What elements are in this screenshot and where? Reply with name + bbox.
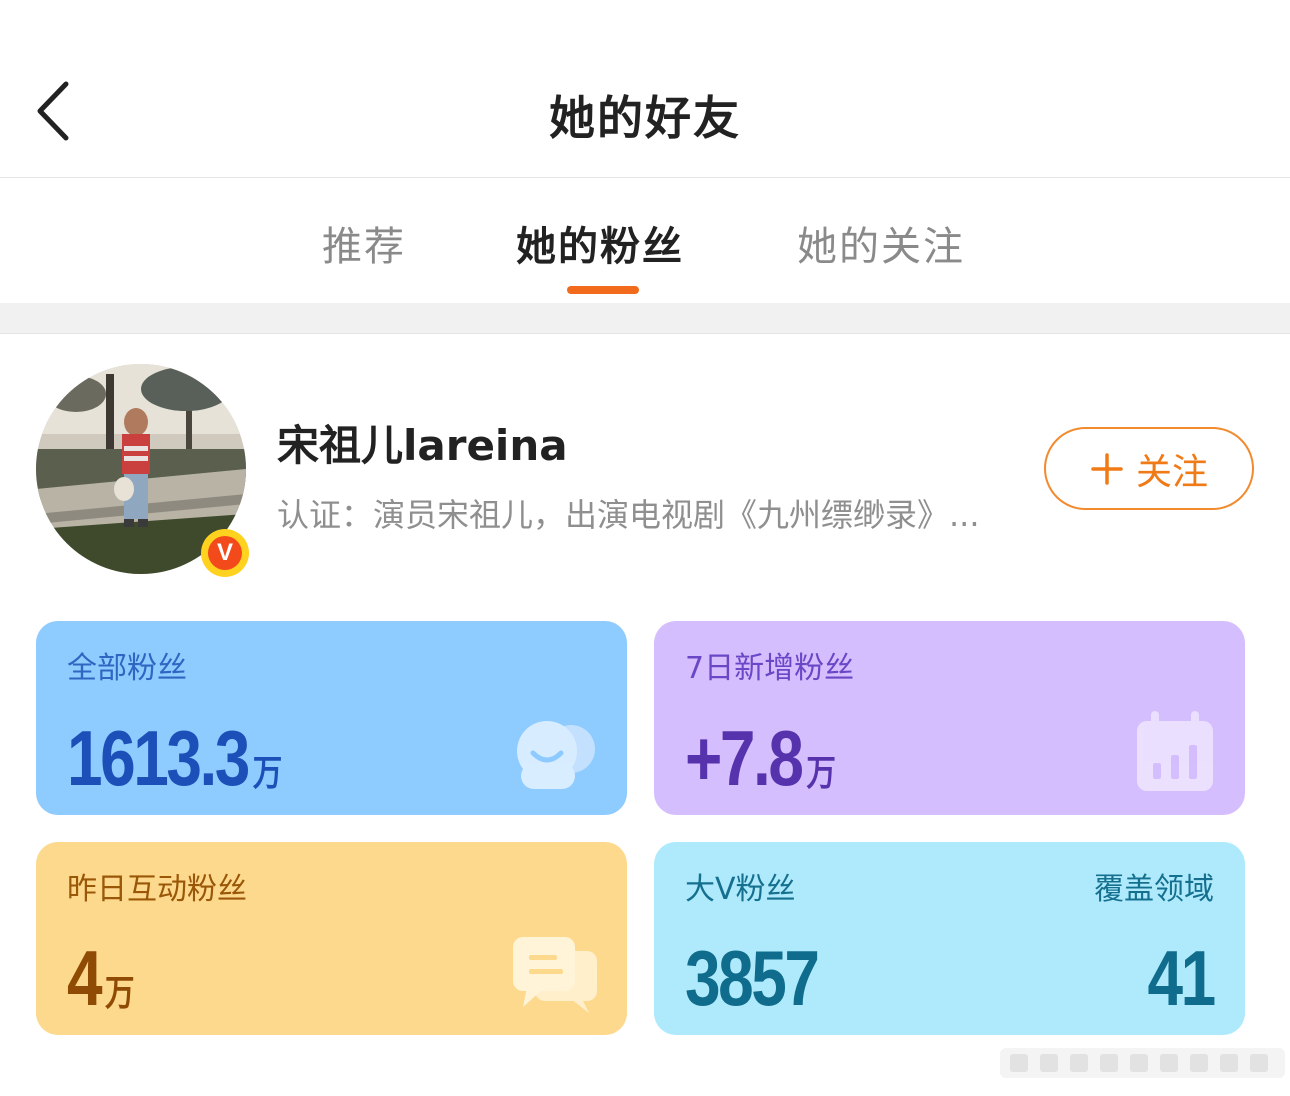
coverage-value: 41 [1147,934,1217,1022]
follow-button[interactable]: 关注 [1044,427,1254,510]
stat-card-active-fans-yesterday[interactable]: 昨日互动粉丝 4万 [36,842,627,1035]
tab-bar: 推荐 她的粉丝 她的关注 [0,178,1290,303]
section-divider [0,303,1290,334]
stat-value: 4万 [67,934,135,1022]
stat-value: +7.8 万 [685,714,836,802]
follow-label: 关注 [1135,451,1208,493]
tab-recommend[interactable]: 推荐 [322,214,406,272]
smile-icon [517,721,595,789]
calendar-chart-icon [1137,711,1213,791]
stat-value: 3857 [685,934,820,1022]
active-tab-indicator [567,286,639,294]
verified-badge: V [201,529,249,577]
user-verification-description: 认证：演员宋祖儿，出演电视剧《九州缥缈录》... [277,496,980,534]
stat-label: 大V粉丝 [685,872,796,907]
stat-label: 昨日互动粉丝 [67,872,247,907]
nav-bar: 她的好友 [0,0,1290,178]
user-name[interactable]: 宋祖儿lareina [277,412,568,473]
stat-card-all-fans[interactable]: 全部粉丝 1613.3 万 [36,621,627,815]
coverage-label: 覆盖领域 [1094,872,1214,907]
stat-card-big-v-fans[interactable]: 大V粉丝 覆盖领域 3857 41 [654,842,1245,1035]
watermark-graphic [1000,1048,1285,1078]
chat-icon [513,937,597,1013]
tab-her-fans[interactable]: 她的粉丝 [516,214,684,272]
plus-icon [1091,452,1123,485]
verified-v-icon: V [208,536,242,570]
page-title: 她的好友 [549,91,741,145]
tab-her-following[interactable]: 她的关注 [797,214,965,272]
stat-label: 全部粉丝 [67,651,187,686]
stat-card-new-fans-7d[interactable]: 7日新增粉丝 +7.8 万 [654,621,1245,815]
stat-label: 7日新增粉丝 [685,651,855,686]
stat-value: 1613.3 万 [67,714,283,802]
